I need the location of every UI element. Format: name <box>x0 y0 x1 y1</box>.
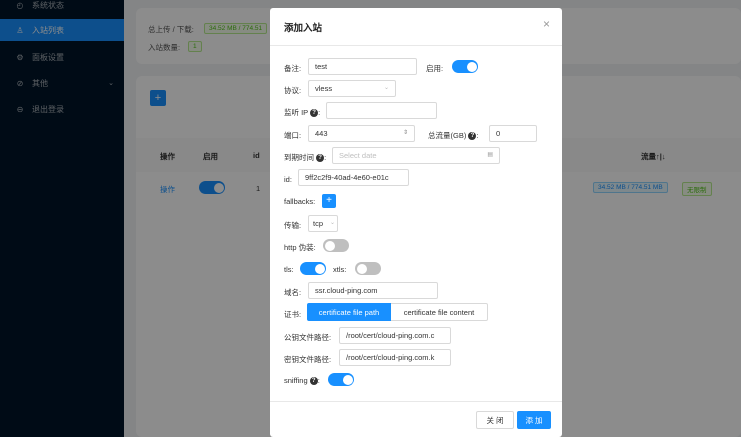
cert-path-tab[interactable]: certificate file path <box>307 303 391 321</box>
add-button[interactable]: 添 加 <box>517 411 551 429</box>
port-input[interactable]: 443 ⇕ <box>308 125 415 142</box>
modal-footer: 关 闭 添 加 <box>270 401 562 437</box>
http-label: http 伪装: <box>284 243 316 252</box>
listen-label: 监听 IP ?: <box>284 108 321 118</box>
modal-header: 添加入站 × <box>270 8 562 46</box>
protocol-value: vless <box>315 84 333 93</box>
private-key-input[interactable]: /root/cert/cloud-ping.com.k <box>339 349 451 366</box>
expiry-date-picker[interactable]: Select date ▤ <box>332 147 500 164</box>
question-icon: ? <box>468 132 477 141</box>
listen-input[interactable] <box>326 102 437 119</box>
http-toggle[interactable] <box>323 239 349 252</box>
enable-toggle[interactable] <box>452 60 478 73</box>
private-key-label: 密钥文件路径: <box>284 355 332 364</box>
question-icon: ? <box>310 109 319 118</box>
id-input[interactable]: 9ff2c2f9-40ad-4e60-e01c <box>298 169 409 186</box>
transport-label: 传输: <box>284 221 302 230</box>
cancel-button[interactable]: 关 闭 <box>476 411 514 429</box>
chevron-down-icon: ⌄ <box>383 85 389 91</box>
expiry-label: 到期时间 ?: <box>284 153 327 163</box>
transport-value: tcp <box>313 219 324 228</box>
remark-input[interactable]: test <box>308 58 417 75</box>
xtls-toggle[interactable] <box>355 262 381 275</box>
cert-label: 证书: <box>284 310 302 319</box>
transport-select[interactable]: tcp ⌄ <box>308 215 338 232</box>
enable-label: 启用: <box>426 64 444 73</box>
sniffing-toggle[interactable] <box>328 373 354 386</box>
public-key-input[interactable]: /root/cert/cloud-ping.com.c <box>339 327 451 344</box>
question-icon: ? <box>316 154 325 163</box>
remark-label: 备注: <box>284 64 302 73</box>
id-label: id: <box>284 175 292 184</box>
port-value: 443 <box>315 129 328 138</box>
expiry-placeholder: Select date <box>339 151 377 160</box>
domain-label: 域名: <box>284 288 302 297</box>
xtls-label: xtls: <box>333 265 347 274</box>
fallbacks-label: fallbacks: <box>284 197 316 206</box>
domain-input[interactable]: ssr.cloud-ping.com <box>308 282 438 299</box>
total-input[interactable]: 0 <box>489 125 537 142</box>
add-inbound-modal: 添加入站 × 备注: test 启用: 协议: vless ⌄ 监听 IP ?:… <box>270 8 562 437</box>
chevron-down-icon: ⌄ <box>329 220 335 226</box>
sniffing-label: sniffing ?: <box>284 376 320 386</box>
calendar-icon: ▤ <box>487 152 493 158</box>
total-label: 总流量(GB) ?: <box>428 131 479 141</box>
protocol-select[interactable]: vless ⌄ <box>308 80 396 97</box>
public-key-label: 公钥文件路径: <box>284 333 332 342</box>
add-fallback-button[interactable]: + <box>322 194 336 208</box>
cert-content-tab[interactable]: certificate file content <box>391 303 488 321</box>
modal-title: 添加入站 <box>284 23 323 34</box>
close-icon[interactable]: × <box>543 18 550 30</box>
stepper-icon[interactable]: ⇕ <box>403 126 408 141</box>
tls-label: tls: <box>284 265 294 274</box>
tls-toggle[interactable] <box>300 262 326 275</box>
port-label: 端口: <box>284 131 302 140</box>
question-icon: ? <box>309 377 318 386</box>
protocol-label: 协议: <box>284 86 302 95</box>
